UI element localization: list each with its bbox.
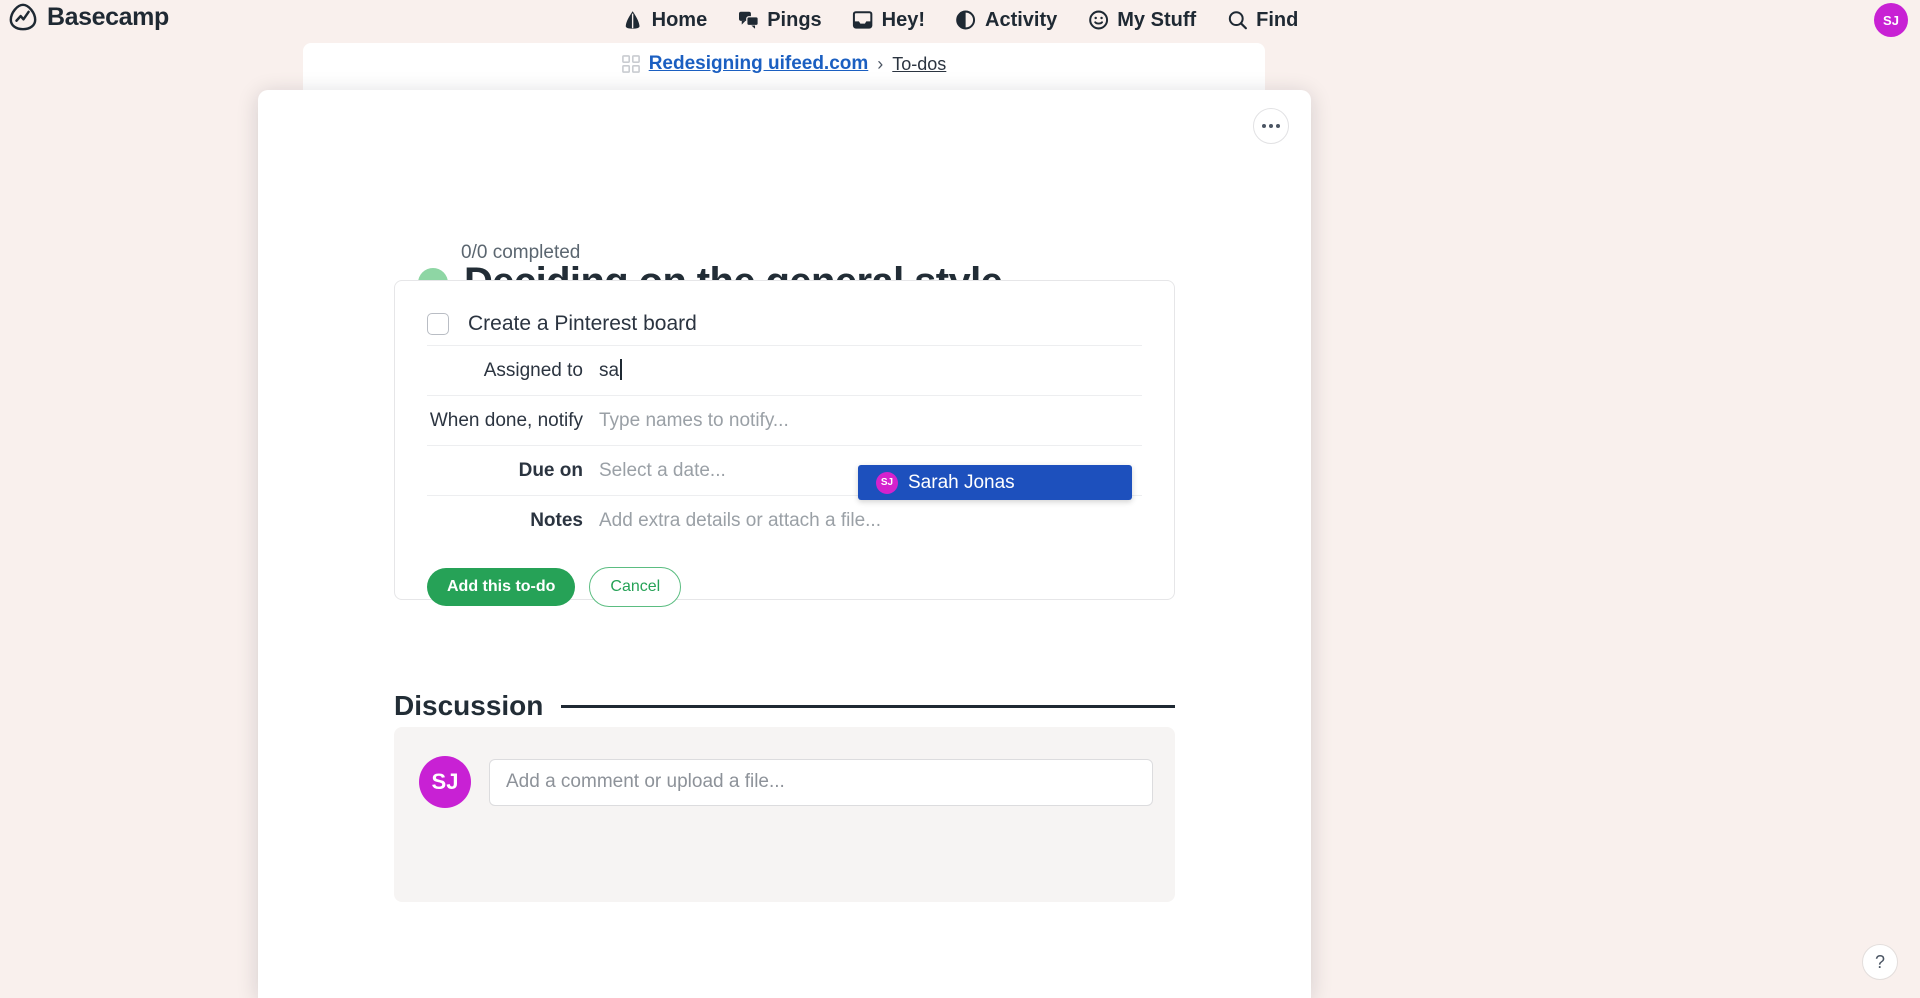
- form-actions: Add this to-do Cancel: [395, 545, 1174, 607]
- nav-item-home[interactable]: Home: [622, 8, 708, 32]
- hey-inbox-icon: [852, 11, 873, 29]
- nav-item-find[interactable]: Find: [1226, 9, 1298, 32]
- nav-items: Home Pings Hey! Activity My Stuff Find: [622, 0, 1298, 40]
- nav-label-activity: Activity: [985, 8, 1058, 31]
- cancel-button[interactable]: Cancel: [589, 567, 682, 607]
- activity-pie-icon: [956, 10, 976, 30]
- text-cursor: [620, 359, 622, 380]
- form-row-notify: When done, notify Type names to notify..…: [427, 395, 1142, 445]
- top-navigation-bar: Basecamp Home Pings Hey! Activity My Stu…: [0, 0, 1920, 40]
- pings-icon: [738, 11, 759, 29]
- comment-input[interactable]: Add a comment or upload a file...: [489, 758, 1153, 806]
- discussion-title: Discussion: [394, 690, 544, 721]
- brand-logo[interactable]: Basecamp: [8, 2, 169, 32]
- ellipsis-icon-dot: [1269, 124, 1273, 128]
- home-icon: [625, 11, 640, 29]
- nav-label-find: Find: [1256, 8, 1299, 31]
- discussion-header: Discussion: [394, 690, 1175, 722]
- breadcrumb: Redesigning uifeed.com › To-dos: [303, 53, 1265, 75]
- todo-title-input[interactable]: Create a Pinterest board: [468, 312, 697, 336]
- nav-label-hey: Hey!: [881, 8, 926, 31]
- assigned-to-value: sa: [599, 360, 620, 381]
- todo-checkbox[interactable]: [427, 313, 449, 335]
- notify-label: When done, notify: [429, 409, 583, 431]
- more-options-button[interactable]: [1253, 108, 1289, 144]
- autocomplete-option-name: Sarah Jonas: [908, 471, 1015, 493]
- nav-item-my-stuff[interactable]: My Stuff: [1087, 9, 1196, 32]
- breadcrumb-project-link[interactable]: Redesigning uifeed.com: [649, 53, 869, 75]
- new-todo-form: Create a Pinterest board Assigned to sa …: [394, 280, 1175, 607]
- smiley-icon: [1088, 10, 1108, 30]
- nav-label-home: Home: [651, 8, 708, 31]
- todo-title-row: Create a Pinterest board: [395, 281, 1174, 345]
- app-window: Basecamp Home Pings Hey! Activity My Stu…: [0, 0, 1920, 998]
- ellipsis-icon-dot: [1276, 124, 1280, 128]
- search-icon: [1228, 11, 1247, 30]
- nav-item-hey[interactable]: Hey!: [852, 9, 925, 32]
- assigned-to-label: Assigned to: [483, 359, 583, 381]
- breadcrumb-separator: ›: [877, 53, 884, 74]
- ellipsis-icon-dot: [1262, 124, 1266, 128]
- assignee-autocomplete-option[interactable]: SJ Sarah Jonas: [858, 465, 1132, 500]
- breadcrumb-section-link[interactable]: To-dos: [892, 54, 946, 75]
- nav-item-activity[interactable]: Activity: [955, 9, 1057, 32]
- form-row-notes: Notes Add extra details or attach a file…: [427, 495, 1142, 545]
- grid-icon: [621, 55, 640, 73]
- notify-input[interactable]: Type names to notify...: [599, 410, 1142, 432]
- basecamp-logo-icon: [9, 3, 37, 31]
- avatar: SJ: [419, 756, 471, 808]
- notes-input[interactable]: Add extra details or attach a file...: [599, 510, 1142, 532]
- avatar: SJ: [876, 471, 898, 494]
- todo-detail-modal: 0/0 completed Deciding on the general st…: [258, 90, 1311, 998]
- divider: [561, 704, 1175, 708]
- nav-item-pings[interactable]: Pings: [737, 8, 822, 32]
- assigned-to-input[interactable]: sa: [599, 359, 1142, 382]
- nav-label-my-stuff: My Stuff: [1117, 8, 1197, 31]
- add-todo-button[interactable]: Add this to-do: [427, 568, 576, 606]
- account-avatar[interactable]: SJ: [1874, 3, 1908, 37]
- help-button[interactable]: ?: [1862, 944, 1898, 980]
- due-on-label: Due on: [518, 459, 583, 481]
- nav-label-pings: Pings: [767, 8, 822, 31]
- notes-label: Notes: [530, 509, 583, 531]
- comment-composer: SJ Add a comment or upload a file...: [394, 727, 1175, 902]
- form-row-assigned-to: Assigned to sa: [427, 345, 1142, 395]
- brand-name: Basecamp: [47, 2, 169, 31]
